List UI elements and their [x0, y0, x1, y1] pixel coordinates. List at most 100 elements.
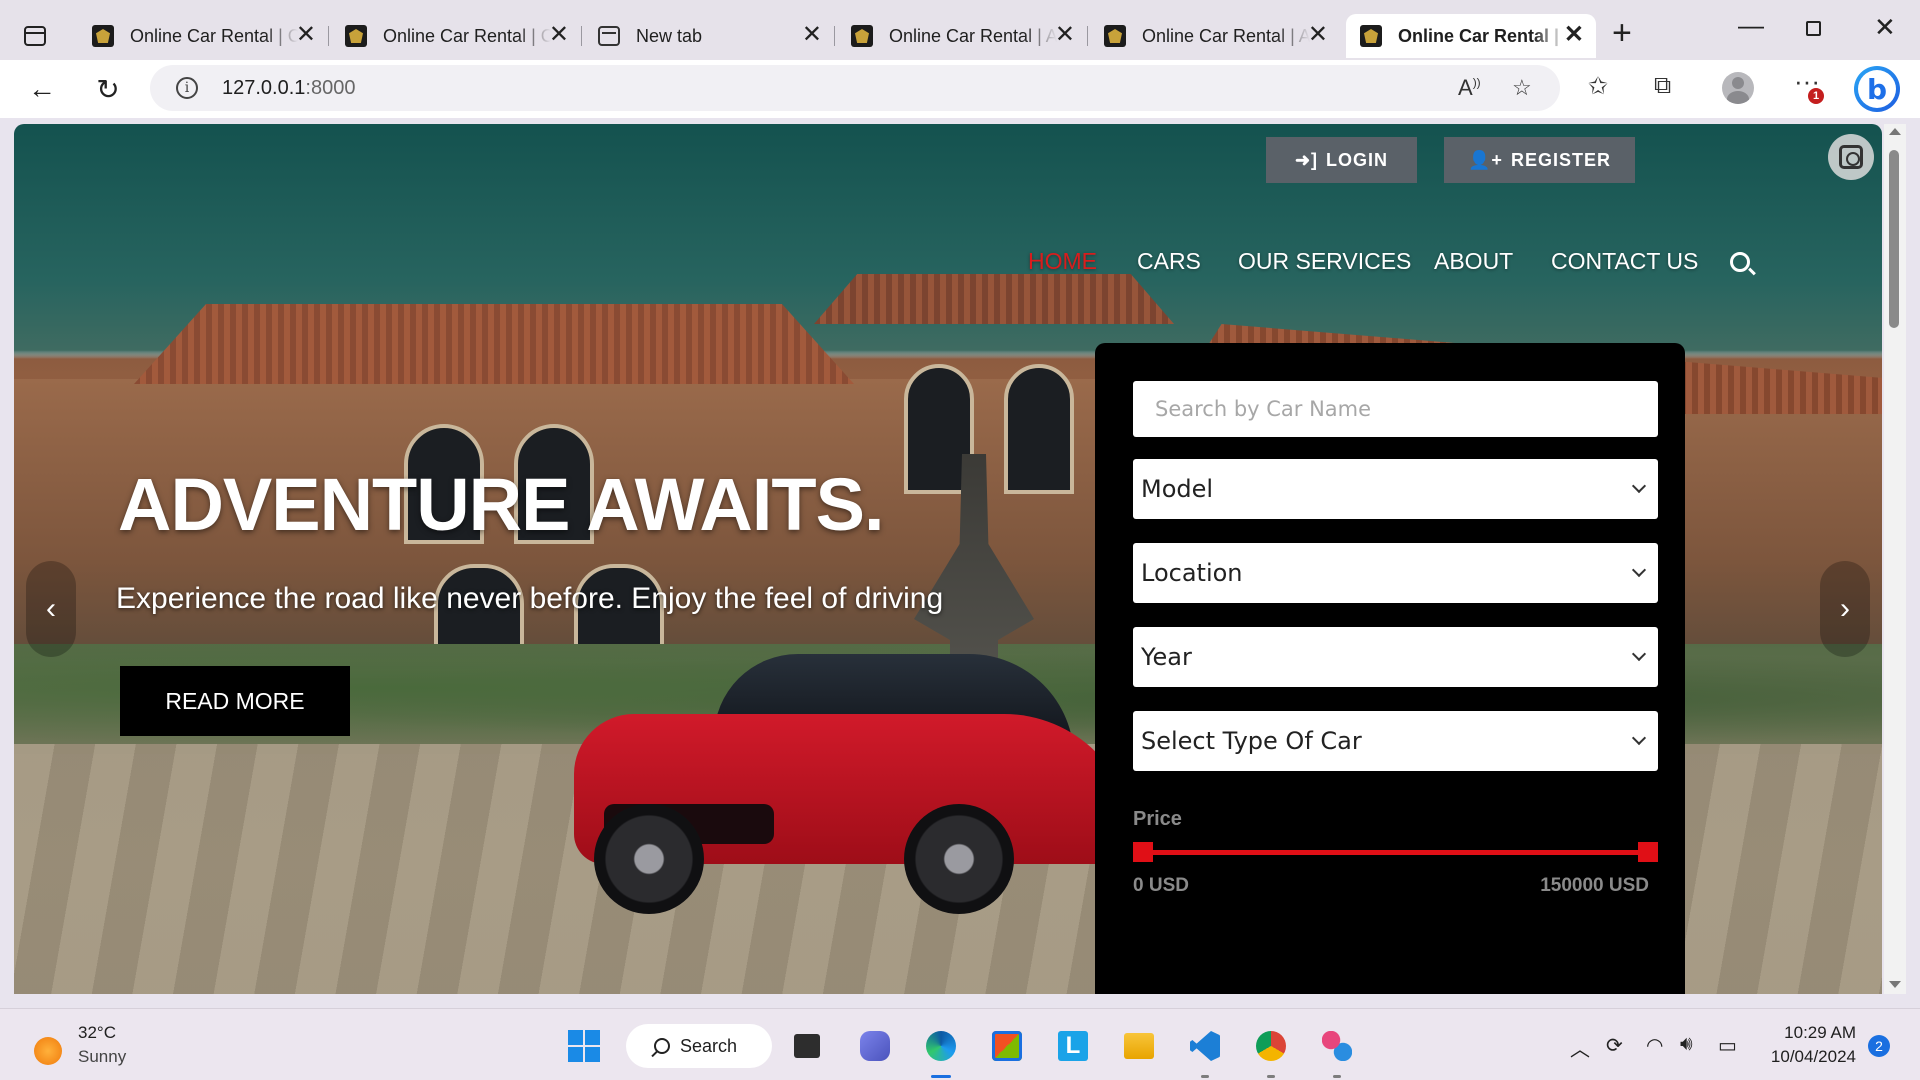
tab-close-icon[interactable]: ✕ — [1308, 23, 1328, 47]
favorites-icon[interactable]: ✩ — [1588, 72, 1608, 101]
back-arrow-icon[interactable]: ← — [24, 71, 60, 107]
location-select[interactable]: Location — [1133, 543, 1658, 603]
weather-condition[interactable]: Sunny — [78, 1047, 126, 1067]
visual-search-icon[interactable] — [1828, 134, 1874, 180]
vscode-icon[interactable] — [1186, 1027, 1224, 1065]
taskbar-search-button[interactable]: Search — [626, 1024, 772, 1068]
nav-contact-us[interactable]: CONTACT US — [1551, 248, 1698, 275]
site-favicon-icon — [1104, 25, 1126, 47]
price-min-handle[interactable] — [1133, 842, 1153, 862]
scroll-up-arrow-icon[interactable] — [1889, 128, 1901, 135]
hero-subtitle: Experience the road like never before. E… — [116, 582, 944, 615]
tab-car-rental-1[interactable]: Online Car Rental | Car Listing ✕ — [78, 14, 329, 58]
red-sports-car-image — [574, 654, 1134, 914]
car-search-panel: Search by Car Name Model Location Year S… — [1095, 343, 1685, 994]
clock-date[interactable]: 10/04/2024 — [1764, 1047, 1856, 1067]
nav-about[interactable]: ABOUT — [1434, 248, 1513, 275]
battery-icon[interactable]: ▭ — [1718, 1033, 1737, 1058]
l-app-icon[interactable]: L — [1054, 1027, 1092, 1065]
tab-close-icon[interactable]: ✕ — [1055, 23, 1075, 47]
register-label: REGISTER — [1510, 149, 1611, 170]
tab-title: Online Car Rental | Car Listing — [130, 25, 298, 46]
search-icon — [654, 1038, 670, 1054]
scrollbar-thumb[interactable] — [1889, 150, 1899, 328]
car-type-select[interactable]: Select Type Of Car — [1133, 711, 1658, 771]
price-label: Price — [1133, 808, 1182, 830]
start-button[interactable] — [565, 1027, 603, 1065]
chrome-running-indicator — [1267, 1075, 1275, 1078]
wifi-icon[interactable]: ◠ — [1646, 1033, 1663, 1058]
task-view-icon[interactable] — [788, 1027, 826, 1065]
login-button[interactable]: ➜] LOGIN — [1266, 137, 1417, 183]
tab-new-tab[interactable]: New tab ✕ — [584, 14, 835, 58]
browser-tab-bar: Online Car Rental | Car Listing ✕ Online… — [0, 0, 1920, 60]
restore-icon[interactable] — [1806, 14, 1821, 40]
weather-sun-icon[interactable] — [34, 1037, 62, 1065]
tab-car-rental-3[interactable]: Online Car Rental | About ✕ — [837, 14, 1088, 58]
site-info-icon[interactable]: i — [176, 77, 198, 99]
url-host: 127.0.0.1 — [222, 77, 306, 99]
tab-close-icon[interactable]: ✕ — [296, 23, 316, 47]
nav-cars[interactable]: CARS — [1137, 248, 1201, 275]
tab-car-rental-active[interactable]: Online Car Rental | Home ✕ — [1346, 14, 1596, 58]
read-more-button[interactable]: READ MORE — [120, 666, 350, 736]
read-aloud-icon[interactable]: A)) — [1458, 75, 1481, 101]
chevron-down-icon — [1631, 730, 1647, 746]
tab-car-rental-2[interactable]: Online Car Rental | Car Details ✕ — [331, 14, 582, 58]
location-select-value: Location — [1141, 559, 1243, 587]
tab-close-icon[interactable]: ✕ — [549, 23, 569, 47]
car-name-search-input[interactable]: Search by Car Name — [1133, 381, 1658, 437]
url-port: :8000 — [305, 77, 356, 99]
profile-avatar[interactable] — [1722, 72, 1754, 104]
register-button[interactable]: 👤+ REGISTER — [1444, 137, 1635, 183]
clock-time[interactable]: 10:29 AM — [1780, 1023, 1856, 1043]
site-favicon-icon — [1360, 25, 1382, 47]
onedrive-sync-icon[interactable]: ⟳ — [1606, 1033, 1623, 1058]
url-text[interactable]: 127.0.0.1:8000 — [222, 77, 355, 100]
file-explorer-icon[interactable] — [1120, 1027, 1158, 1065]
user-plus-icon: 👤+ — [1468, 149, 1503, 170]
model-select-value: Model — [1141, 475, 1214, 503]
tab-close-icon[interactable]: ✕ — [1564, 23, 1584, 47]
snipping-tool-icon[interactable] — [1318, 1027, 1356, 1065]
weather-temperature[interactable]: 32°C — [78, 1023, 116, 1043]
tab-actions-icon — [24, 26, 46, 46]
tab-car-rental-4[interactable]: Online Car Rental | About ✕ — [1090, 14, 1340, 58]
nav-home[interactable]: HOME — [1028, 248, 1097, 275]
volume-icon[interactable]: 🔊︎ — [1680, 1033, 1693, 1056]
add-favorite-icon[interactable]: ☆ — [1512, 75, 1532, 101]
nav-search-icon[interactable] — [1730, 252, 1750, 272]
collections-icon[interactable]: ⧉ — [1654, 72, 1671, 100]
snipping-running-indicator — [1333, 1075, 1341, 1078]
price-max-handle[interactable] — [1638, 842, 1658, 862]
edge-browser-icon[interactable] — [922, 1027, 960, 1065]
window-close-icon[interactable]: ✕ — [1874, 12, 1896, 43]
chevron-down-icon — [1631, 478, 1647, 494]
nav-our-services[interactable]: OUR SERVICES — [1238, 248, 1411, 275]
tab-title: Online Car Rental | About — [1142, 25, 1310, 46]
new-tab-plus-icon[interactable]: + — [1612, 16, 1632, 50]
page-scrollbar[interactable] — [1884, 124, 1906, 994]
tab-close-icon[interactable]: ✕ — [802, 23, 822, 47]
reload-icon[interactable]: ↻ — [90, 71, 126, 107]
address-bar[interactable]: i 127.0.0.1:8000 A)) ☆ — [150, 65, 1560, 111]
vscode-running-indicator — [1201, 1075, 1209, 1078]
site-favicon-icon — [345, 25, 367, 47]
chrome-icon[interactable] — [1252, 1027, 1290, 1065]
year-select[interactable]: Year — [1133, 627, 1658, 687]
teams-chat-icon[interactable] — [856, 1027, 894, 1065]
scroll-down-arrow-icon[interactable] — [1889, 981, 1901, 988]
show-hidden-icons-chevron-icon[interactable]: ︿ — [1570, 1033, 1590, 1062]
year-select-value: Year — [1141, 643, 1192, 671]
model-select[interactable]: Model — [1133, 459, 1658, 519]
notification-count-badge[interactable]: 2 — [1868, 1035, 1890, 1057]
carousel-next-button[interactable]: › — [1820, 561, 1870, 657]
microsoft-store-icon[interactable] — [988, 1027, 1026, 1065]
taskbar-search-label: Search — [680, 1035, 738, 1056]
price-min-value: 0 USD — [1133, 875, 1189, 896]
tab-actions-menu-button[interactable] — [18, 20, 54, 52]
minimize-icon[interactable]: — — [1738, 10, 1764, 41]
price-range-track[interactable] — [1141, 850, 1649, 855]
copilot-icon[interactable]: b — [1854, 66, 1900, 112]
carousel-prev-button[interactable]: ‹ — [26, 561, 76, 657]
